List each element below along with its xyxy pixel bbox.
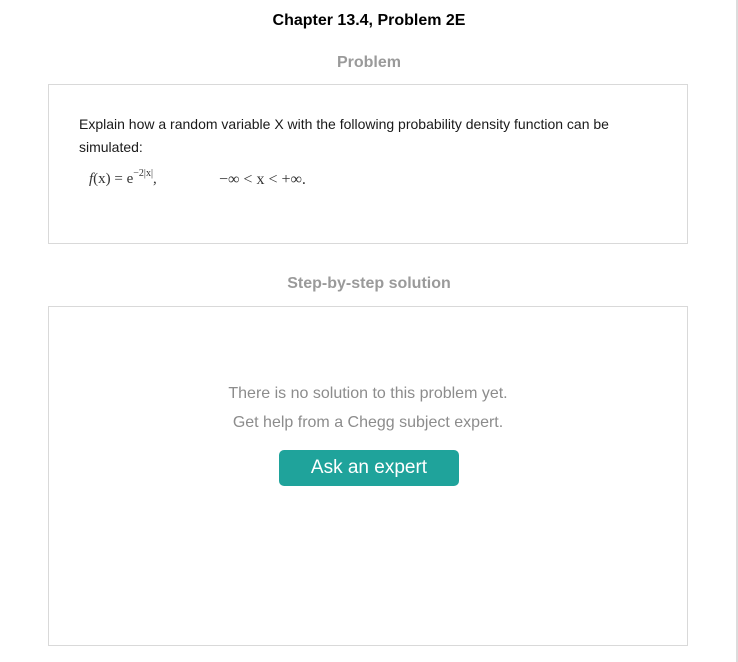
solution-card: There is no solution to this problem yet… [48, 306, 688, 646]
problem-card: Explain how a random variable X with the… [48, 84, 688, 244]
formula-argument: (x) [93, 171, 111, 187]
ask-an-expert-button[interactable]: Ask an expert [279, 450, 459, 486]
formula-comma: , [152, 171, 157, 187]
problem-formula: f(x) = e−2|x|, −∞ < x < +∞. [89, 168, 306, 201]
expert-help-message: Get help from a Chegg subject expert. [232, 414, 504, 431]
chapter-title: Chapter 13.4, Problem 2E [272, 12, 466, 29]
problem-text: Explain how a random variable X with the… [79, 116, 609, 155]
no-solution-message: There is no solution to this problem yet… [228, 385, 508, 402]
formula-range: −∞ < x < +∞. [219, 171, 306, 188]
problem-heading: Problem [336, 54, 401, 71]
solution-heading: Step-by-step solution [287, 275, 451, 292]
formula-equals: = e [110, 171, 134, 187]
formula-exponent: −2|x| [133, 168, 153, 179]
